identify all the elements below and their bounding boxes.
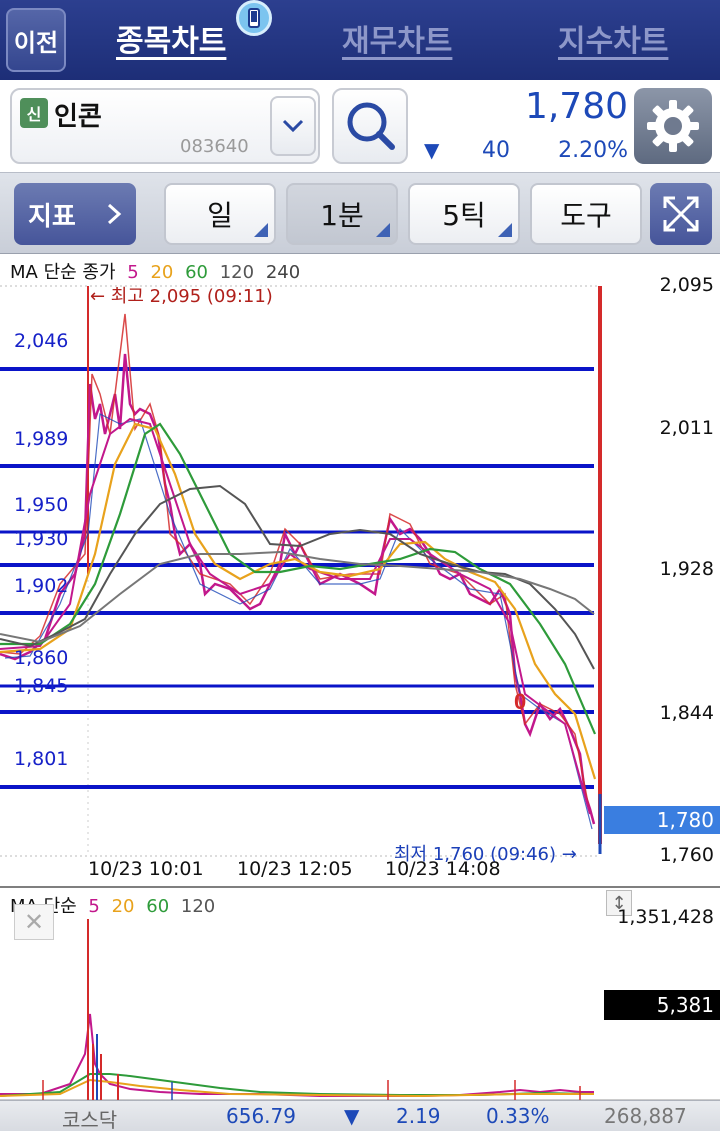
indicator-button[interactable]: 지표 — [14, 183, 136, 245]
index-volume: 268,887 — [604, 1104, 687, 1128]
hline-label: 2,046 — [14, 330, 69, 352]
legend-prefix: MA 단순 종가 — [10, 262, 116, 283]
x-label: 10/23 12:05 — [237, 858, 353, 880]
fullscreen-button[interactable] — [650, 183, 712, 245]
stock-name: 인콘 — [54, 102, 102, 132]
current-volume-tag: 5,381 — [604, 990, 720, 1020]
hline-label: 1,845 — [14, 675, 69, 697]
period-1min-label: 1분 — [320, 199, 364, 232]
x-label: 10/23 10:01 — [88, 858, 204, 880]
price-legend: MA 단순 종가 5 20 60 120 240 — [10, 258, 300, 284]
hline-label: 1,801 — [14, 748, 69, 770]
volume-bars — [0, 919, 595, 1100]
current-price: 1,780 — [524, 86, 628, 127]
period-day-button[interactable]: 일 — [164, 183, 276, 245]
expand-icon — [663, 196, 699, 232]
index-value: 656.79 — [226, 1104, 296, 1128]
x-label: 10/23 14:08 — [385, 858, 501, 880]
period-5tick-button[interactable]: 5틱 — [408, 183, 520, 245]
y-label-2011: 2,011 — [659, 417, 714, 439]
price-chart[interactable]: 0 — [0, 254, 720, 1100]
legend-ma5: 5 — [127, 262, 139, 283]
tab-financial-chart[interactable]: 재무차트 — [342, 16, 452, 60]
y-label-2095: 2,095 — [659, 274, 714, 296]
tools-label: 도구 — [560, 199, 612, 232]
market-badge: 신 — [20, 98, 48, 128]
volume-max-label: 1,351,428 — [617, 906, 714, 928]
volume-legend-ma5: 5 — [88, 896, 100, 917]
volume-legend-ma120: 120 — [180, 896, 216, 917]
stock-selector[interactable]: 신 인콘 083640 — [10, 88, 320, 164]
volume-legend-ma20: 20 — [111, 896, 135, 917]
index-ticker-bar[interactable]: 코스닥 656.79 ▼ 2.19 0.33% 268,887 — [0, 1100, 720, 1131]
tools-button[interactable]: 도구 — [530, 183, 642, 245]
price-candles — [0, 353, 596, 825]
price-change: 40 — [482, 138, 510, 163]
search-icon — [347, 102, 395, 150]
back-button[interactable]: 이전 — [6, 8, 66, 72]
indicator-label: 지표 — [28, 201, 76, 232]
legend-ma120: 120 — [219, 262, 255, 283]
chart-toolbar: 지표 일 1분 5틱 도구 — [0, 172, 720, 254]
y-label-1844: 1,844 — [659, 702, 714, 724]
hline-label: 1,950 — [14, 494, 69, 516]
signal-marker: 0 — [514, 689, 526, 714]
search-button[interactable] — [332, 88, 408, 164]
index-name: 코스닥 — [62, 1108, 118, 1131]
index-down-icon: ▼ — [344, 1104, 360, 1128]
price-change-pct: 2.20% — [558, 138, 628, 163]
chevron-right-icon — [107, 203, 122, 225]
index-pct: 0.33% — [486, 1104, 550, 1128]
hline-label: 1,930 — [14, 528, 69, 550]
current-price-tag: 1,780 — [604, 806, 720, 834]
y-label-1760: 1,760 — [659, 844, 714, 866]
down-arrow-icon: ▼ — [424, 138, 440, 162]
period-day-label: 일 — [207, 199, 233, 232]
settings-button[interactable] — [634, 88, 712, 164]
hline-label: 1,860 — [14, 647, 69, 669]
ma120-line — [0, 484, 595, 670]
tab-stock-chart[interactable]: 종목차트 — [116, 16, 226, 60]
legend-ma60: 60 — [185, 262, 208, 283]
chart-screen: 이전 종목차트 재무차트 지수차트 신 인콘 083640 1,780 ▼ 40… — [0, 0, 720, 1131]
gear-icon — [647, 100, 699, 152]
index-change: 2.19 — [396, 1104, 441, 1128]
y-label-1928: 1,928 — [659, 558, 714, 580]
stock-code: 083640 — [180, 136, 249, 157]
period-5tick-label: 5틱 — [442, 199, 486, 232]
high-price-note: ← 최고 2,095 (09:11) — [90, 286, 273, 307]
top-nav-bar: 이전 종목차트 재무차트 지수차트 — [0, 0, 720, 80]
chevron-down-icon[interactable] — [270, 96, 316, 156]
phone-icon[interactable] — [236, 0, 272, 36]
tab-index-chart[interactable]: 지수차트 — [558, 16, 668, 60]
legend-ma20: 20 — [150, 262, 174, 283]
period-1min-button[interactable]: 1분 — [286, 183, 398, 245]
hline-label: 1,989 — [14, 428, 69, 450]
volume-legend-ma60: 60 — [146, 896, 170, 917]
hline-label: 1,902 — [14, 575, 69, 597]
stock-info-row: 신 인콘 083640 1,780 ▼ 40 2.20% — [0, 80, 720, 172]
legend-ma240: 240 — [265, 262, 301, 283]
close-icon[interactable]: ✕ — [14, 904, 54, 940]
